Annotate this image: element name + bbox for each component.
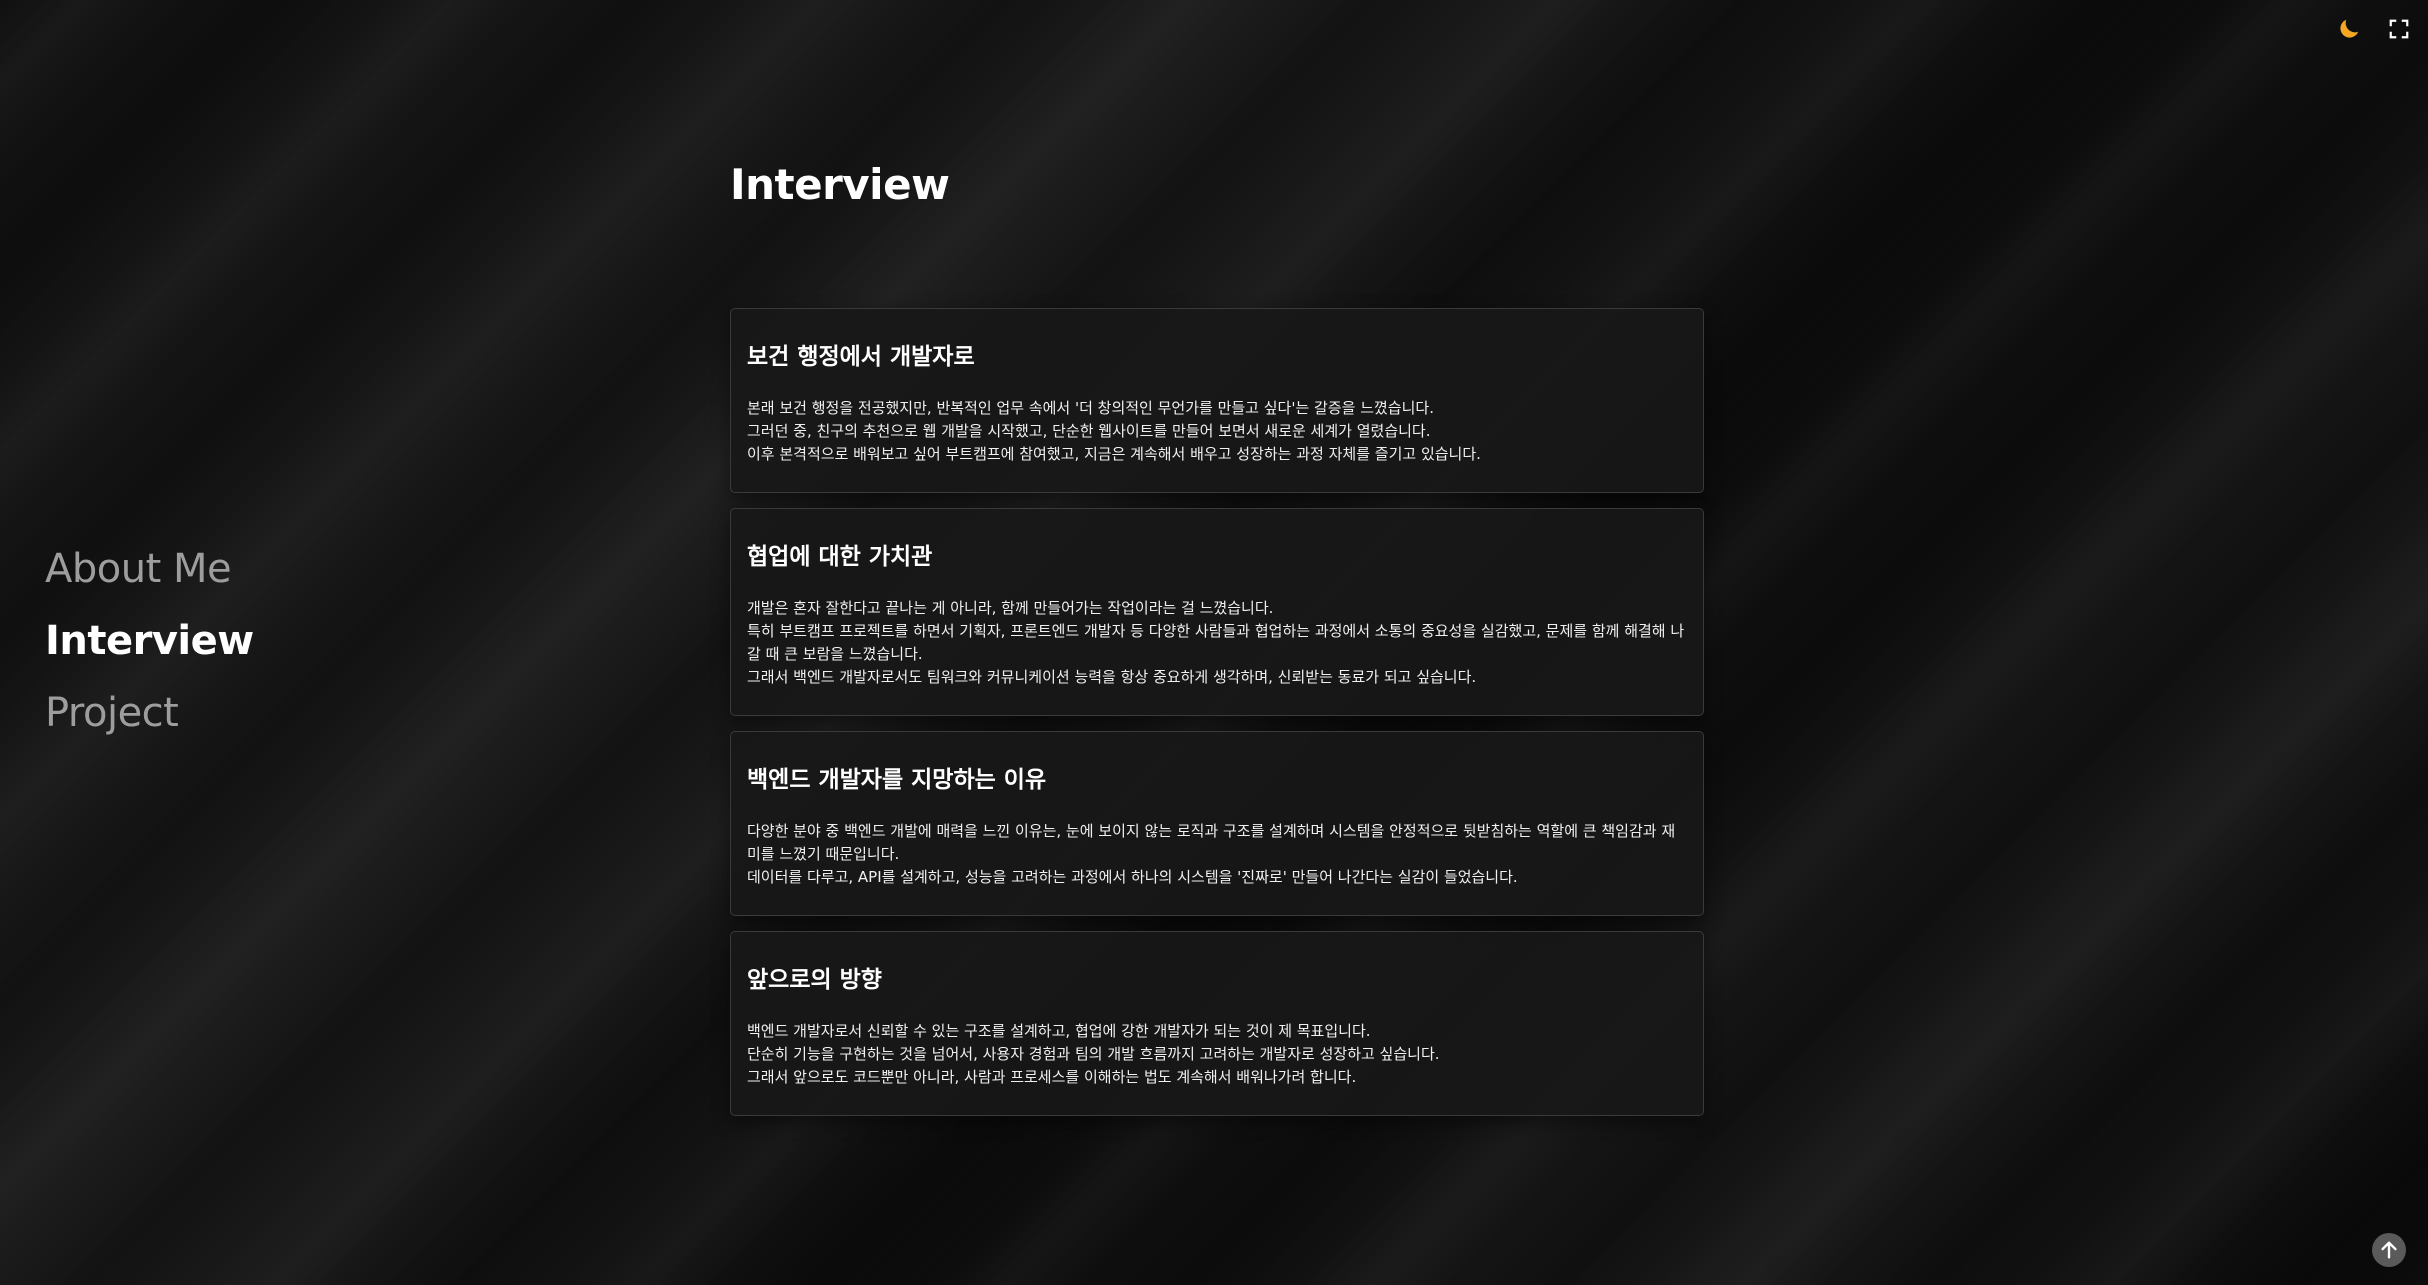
moon-icon <box>2340 19 2359 38</box>
page-title: Interview <box>730 160 950 209</box>
page-background: About Me Interview Project Interview 보건 … <box>0 0 2428 1285</box>
fullscreen-button[interactable] <box>2384 14 2414 44</box>
interview-card: 협업에 대한 가치관 개발은 혼자 잘한다고 끝나는 게 아니라, 함께 만들어… <box>730 508 1704 716</box>
card-title: 백엔드 개발자를 지망하는 이유 <box>747 767 1047 793</box>
card-text: 본래 보건 행정을 전공했지만, 반복적인 업무 속에서 '더 창의적인 무언가… <box>747 399 1434 417</box>
card-text: 특히 부트캠프 프로젝트를 하면서 기획자, 프론트엔드 개발자 등 다양한 사… <box>747 622 1685 663</box>
theme-toggle-button[interactable] <box>2334 14 2364 44</box>
card-text: 데이터를 다루고, API를 설계하고, 성능을 고려하는 과정에서 하나의 시… <box>747 868 1518 886</box>
interview-card: 백엔드 개발자를 지망하는 이유 다양한 분야 중 백엔드 개발에 매력을 느낀… <box>730 731 1704 916</box>
card-text: 그러던 중, 친구의 추천으로 웹 개발을 시작했고, 단순한 웹사이트를 만들… <box>747 422 1431 440</box>
card-text: 백엔드 개발자로서 신뢰할 수 있는 구조를 설계하고, 협업에 강한 개발자가… <box>747 1022 1371 1040</box>
nav-item-about-me[interactable]: About Me <box>45 540 254 598</box>
interview-cards: 보건 행정에서 개발자로 본래 보건 행정을 전공했지만, 반복적인 업무 속에… <box>730 308 1704 1116</box>
card-text: 다양한 분야 중 백엔드 개발에 매력을 느낀 이유는, 눈에 보이지 않는 로… <box>747 822 1676 863</box>
top-controls <box>2334 14 2414 44</box>
card-text: 단순히 기능을 구현하는 것을 넘어서, 사용자 경험과 팀의 개발 흐름까지 … <box>747 1045 1440 1063</box>
interview-card: 앞으로의 방향 백엔드 개발자로서 신뢰할 수 있는 구조를 설계하고, 협업에… <box>730 931 1704 1116</box>
card-title: 협업에 대한 가치관 <box>747 544 933 570</box>
card-text: 그래서 앞으로도 코드뿐만 아니라, 사람과 프로세스를 이해하는 법도 계속해… <box>747 1068 1357 1086</box>
nav-item-interview[interactable]: Interview <box>45 612 254 670</box>
interview-card: 보건 행정에서 개발자로 본래 보건 행정을 전공했지만, 반복적인 업무 속에… <box>730 308 1704 493</box>
card-title: 보건 행정에서 개발자로 <box>747 344 975 370</box>
nav-item-project[interactable]: Project <box>45 684 254 742</box>
arrow-up-icon <box>2381 1241 2397 1259</box>
side-nav: About Me Interview Project <box>45 540 254 742</box>
fullscreen-icon <box>2389 19 2409 39</box>
card-text: 이후 본격적으로 배워보고 싶어 부트캠프에 참여했고, 지금은 계속해서 배우… <box>747 445 1481 463</box>
card-text: 그래서 백엔드 개발자로서도 팀워크와 커뮤니케이션 능력을 항상 중요하게 생… <box>747 668 1477 686</box>
scroll-to-top-button[interactable] <box>2372 1233 2406 1267</box>
card-text: 개발은 혼자 잘한다고 끝나는 게 아니라, 함께 만들어가는 작업이라는 걸 … <box>747 599 1274 617</box>
card-title: 앞으로의 방향 <box>747 967 882 993</box>
